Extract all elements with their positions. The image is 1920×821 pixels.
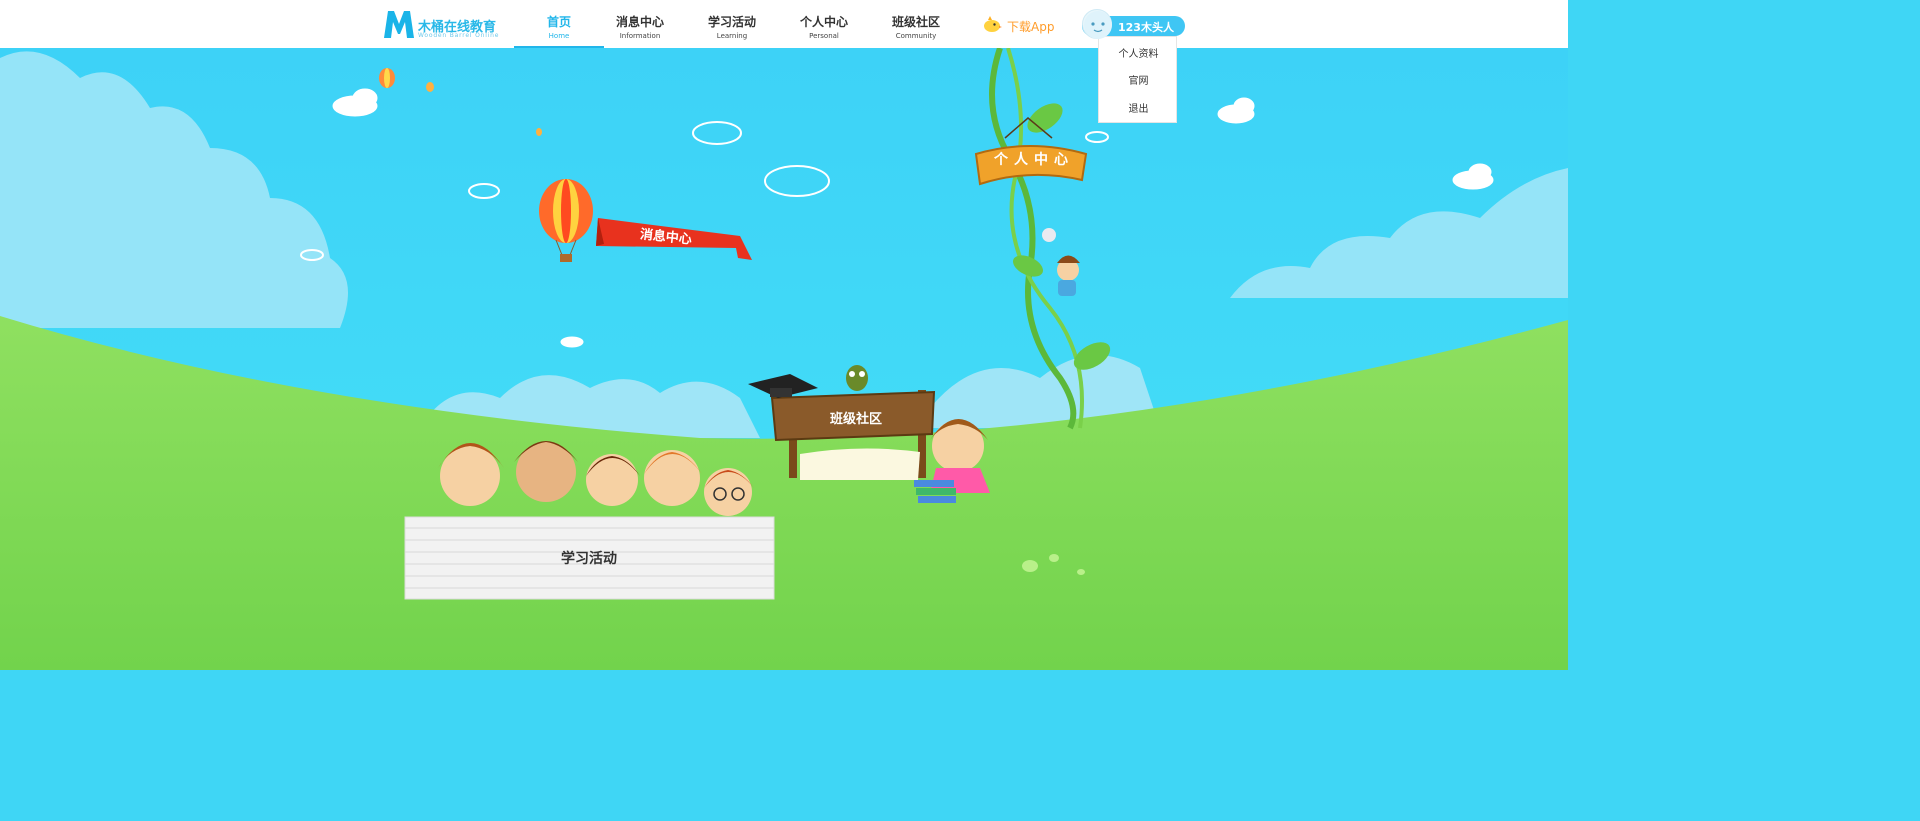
- nav-home-label: 首页: [546, 15, 571, 29]
- nav-learning-sublabel: Learning: [716, 32, 748, 40]
- brand-tagline: Wooden Barrel Online: [418, 32, 500, 39]
- logo-m-icon: [384, 11, 414, 38]
- nav-information[interactable]: 消息中心 Information: [604, 0, 676, 48]
- avatar-face-icon: [1084, 11, 1112, 39]
- learning-activity-board[interactable]: 学习活动: [405, 517, 774, 599]
- bird-icon: [984, 16, 1002, 32]
- home-illustration: 消息中心 个人中心 班级社区 学习活动: [0, 48, 1568, 670]
- nav-learning-label: 学习活动: [707, 15, 756, 29]
- download-app-label: 下载App: [1007, 20, 1055, 34]
- menu-item-profile[interactable]: 个人资料: [1099, 45, 1178, 60]
- brand-logo[interactable]: 木桶在线教育 Wooden Barrel Online: [382, 8, 502, 42]
- nav-personal-sublabel: Personal: [809, 32, 839, 40]
- menu-item-logout[interactable]: 退出: [1099, 100, 1178, 115]
- username: 123木头人: [1118, 21, 1174, 34]
- menu-item-official-site[interactable]: 官网: [1099, 72, 1178, 87]
- nav-home[interactable]: 首页 Home: [514, 0, 604, 48]
- user-avatar[interactable]: [1082, 9, 1112, 39]
- message-center-banner-label: 消息中心: [639, 227, 693, 248]
- nav-community-label: 班级社区: [891, 15, 940, 29]
- scene-background: [0, 48, 1568, 670]
- nav-information-label: 消息中心: [615, 15, 664, 29]
- class-community-sign-label: 班级社区: [830, 412, 883, 427]
- message-center-banner[interactable]: 消息中心: [602, 220, 742, 248]
- nav-home-sublabel: Home: [548, 32, 570, 40]
- nav-community[interactable]: 班级社区 Community: [880, 0, 952, 48]
- nav-community-sublabel: Community: [895, 32, 937, 40]
- nav-learning[interactable]: 学习活动 Learning: [696, 0, 768, 48]
- class-community-sign[interactable]: 班级社区: [776, 394, 932, 438]
- personal-center-sign-label: 个人中心: [994, 152, 1074, 168]
- top-navbar: 木桶在线教育 Wooden Barrel Online 首页 Home 消息中心…: [0, 0, 1568, 48]
- personal-center-sign[interactable]: 个人中心: [978, 140, 1086, 180]
- nav-personal-label: 个人中心: [799, 15, 848, 29]
- learning-activity-board-label: 学习活动: [561, 551, 617, 567]
- nav-information-sublabel: Information: [619, 32, 661, 40]
- nav-personal[interactable]: 个人中心 Personal: [788, 0, 860, 48]
- user-dropdown-menu: 个人资料 官网 退出: [1098, 36, 1177, 123]
